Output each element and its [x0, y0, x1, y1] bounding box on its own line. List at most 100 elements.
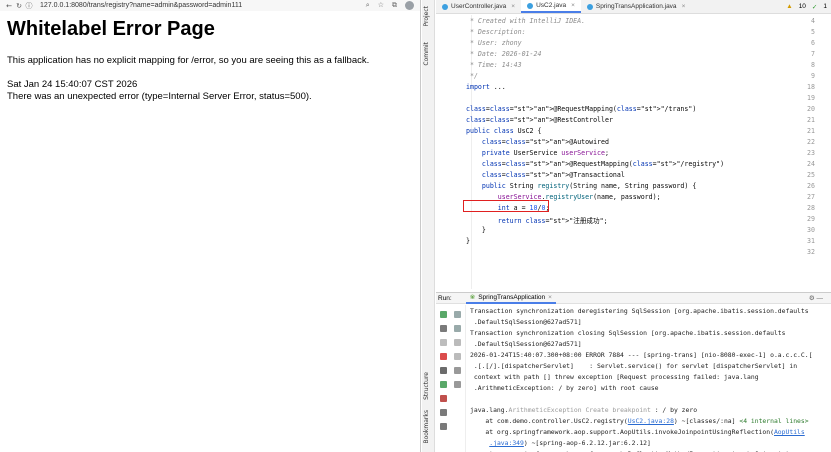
console-line: .DefaultSqlSession@627ad571]	[470, 340, 582, 348]
code-line[interactable]: * Date: 2026-01-24	[466, 50, 541, 58]
line-number: 31	[807, 237, 815, 245]
url-text[interactable]: 127.0.0.1:8080/trans/registry?name=admin…	[40, 2, 242, 9]
line-number: 8	[811, 61, 815, 69]
favorite-star-icon[interactable]: ☆	[378, 1, 384, 10]
info-icon[interactable]: ⓘ	[24, 1, 34, 11]
line-number: 19	[807, 94, 815, 102]
line-number: 24	[807, 160, 815, 168]
code-editor[interactable]: 4 * Created with IntelliJ IDEA. 5 * Descr…	[436, 15, 831, 289]
page-title: Whitelabel Error Page	[7, 18, 215, 40]
line-number: 29	[807, 215, 815, 223]
check-count: 1	[823, 3, 827, 10]
inspection-badges[interactable]: ▲ 10 ✓ 1	[786, 0, 831, 13]
run-label: Run:	[438, 294, 452, 302]
code-line[interactable]: class=class="st">"an">@RequestMapping(cl…	[466, 160, 724, 168]
line-number: 26	[807, 182, 815, 190]
settings-icon[interactable]	[440, 339, 447, 346]
project-tool-label[interactable]: Project	[423, 6, 430, 27]
close-icon[interactable]: ×	[511, 3, 515, 10]
restore-icon[interactable]	[440, 381, 447, 388]
code-line[interactable]: * Description:	[466, 28, 526, 36]
close-icon[interactable]: ×	[682, 3, 686, 10]
code-line[interactable]: return class="st">"注册成功";	[466, 215, 608, 225]
run-toolbar: Run: ❀ SpringTransApplication × ⚙ —	[436, 293, 831, 304]
page-content: Whitelabel Error Page This application h…	[0, 11, 420, 110]
line-number: 6	[811, 39, 815, 47]
code-line[interactable]: public class UsC2 {	[466, 127, 541, 135]
editor-tabs: UserController.java × UsC2.java × SpringTr…	[436, 0, 831, 14]
console-line: Transaction synchronization deregisterin…	[470, 307, 809, 315]
code-line[interactable]: import ...	[466, 83, 506, 91]
code-line[interactable]: private UserService userService;	[466, 149, 609, 157]
print-icon[interactable]	[454, 367, 461, 374]
address-bar[interactable]: ← ↻ ⓘ 127.0.0.1:8080/trans/registry?name…	[0, 0, 420, 11]
back-icon[interactable]: ←	[4, 2, 14, 10]
run-tab[interactable]: ❀ SpringTransApplication ×	[465, 293, 556, 304]
code-line[interactable]: class=class="st">"an">@Autowired	[466, 138, 609, 146]
line-number: 7	[811, 50, 815, 58]
trash-icon[interactable]	[454, 381, 461, 388]
gear-icon[interactable]: ⚙ —	[809, 294, 831, 302]
line-number: 9	[811, 72, 815, 80]
console-line: Transaction synchronization closing SqlS…	[470, 329, 786, 337]
soft-wrap-icon[interactable]	[454, 339, 461, 346]
code-line[interactable]: class=class="st">"an">@RequestMapping(cl…	[466, 105, 696, 113]
console-line: 2026-01-24T15:40:07.300+08:00 ERROR 7884…	[470, 351, 813, 359]
search-icon[interactable]: ⌕	[366, 1, 370, 10]
console-line: .[.[/].[dispatcherServlet] : Servlet.ser…	[470, 362, 798, 370]
stop-icon[interactable]	[440, 353, 447, 360]
line-number: 28	[807, 204, 815, 212]
wrench-icon[interactable]	[440, 325, 447, 332]
line-number: 18	[807, 83, 815, 91]
extensions-icon[interactable]: ⧉	[392, 1, 397, 10]
console-line: java.lang.ArithmeticException Create bre…	[470, 406, 698, 414]
avatar[interactable]	[405, 1, 414, 10]
line-number: 21	[807, 116, 815, 124]
reload-icon[interactable]: ↻	[14, 2, 24, 10]
code-line[interactable]: */	[466, 72, 478, 80]
line-number: 4	[811, 17, 815, 25]
commit-tool-label[interactable]: Commit	[423, 42, 430, 66]
code-line[interactable]: }	[466, 237, 470, 245]
pin-icon[interactable]	[440, 423, 447, 430]
code-line[interactable]: class=class="st">"an">@Transactional	[466, 171, 625, 179]
line-number: 27	[807, 193, 815, 201]
console-line: .java:349) ~[spring-aop-6.2.12.jar:6.2.1…	[489, 439, 651, 447]
exit-icon[interactable]	[440, 395, 447, 402]
code-line[interactable]: * Created with IntelliJ IDEA.	[466, 17, 585, 25]
up-arrow-icon[interactable]	[454, 311, 461, 318]
structure-tool-label[interactable]: Structure	[423, 372, 430, 400]
bookmarks-tool-label[interactable]: Bookmarks	[423, 410, 430, 444]
line-number: 32	[807, 248, 815, 256]
code-line[interactable]: * Time: 14:43	[466, 61, 522, 69]
console-line: context with path [] threw exception [Re…	[470, 373, 759, 381]
camera-icon[interactable]	[440, 367, 447, 374]
line-number: 20	[807, 105, 815, 113]
error-line-highlight	[463, 200, 549, 212]
code-line[interactable]: class=class="st">"an">@RestController	[466, 116, 613, 124]
spring-icon: ❀	[469, 294, 476, 301]
scroll-end-icon[interactable]	[454, 353, 461, 360]
code-line[interactable]: * User: zhony	[466, 39, 522, 47]
ide-window: Project Commit Structure Bookmarks UserC…	[422, 0, 831, 452]
error-timestamp: Sat Jan 24 15:40:07 CST 2026	[7, 79, 138, 90]
java-class-icon	[442, 3, 448, 10]
tab-spring-trans-application[interactable]: SpringTransApplication.java ×	[581, 0, 692, 13]
code-line[interactable]: }	[466, 226, 486, 234]
layout-icon[interactable]	[440, 409, 447, 416]
console-output[interactable]: Transaction synchronization deregisterin…	[468, 305, 831, 452]
rerun-icon[interactable]	[440, 311, 447, 318]
close-icon[interactable]: ×	[548, 294, 552, 301]
code-line[interactable]: public String registry(String name, Stri…	[466, 182, 696, 190]
console-line: .ArithmeticException: / by zero] with ro…	[470, 384, 659, 392]
tab-usc2[interactable]: UsC2.java ×	[521, 0, 581, 13]
tab-user-controller[interactable]: UserController.java ×	[436, 0, 521, 13]
warning-icon: ▲	[786, 3, 793, 10]
console-line: at com.demo.controller.UsC2.registry(UsC…	[470, 417, 809, 425]
browser-window: ← ↻ ⓘ 127.0.0.1:8080/trans/registry?name…	[0, 0, 421, 452]
close-icon[interactable]: ×	[571, 2, 575, 9]
check-icon: ✓	[811, 3, 818, 11]
down-arrow-icon[interactable]	[454, 325, 461, 332]
error-message: This application has no explicit mapping…	[7, 55, 370, 66]
error-status: There was an unexpected error (type=Inte…	[7, 91, 312, 102]
